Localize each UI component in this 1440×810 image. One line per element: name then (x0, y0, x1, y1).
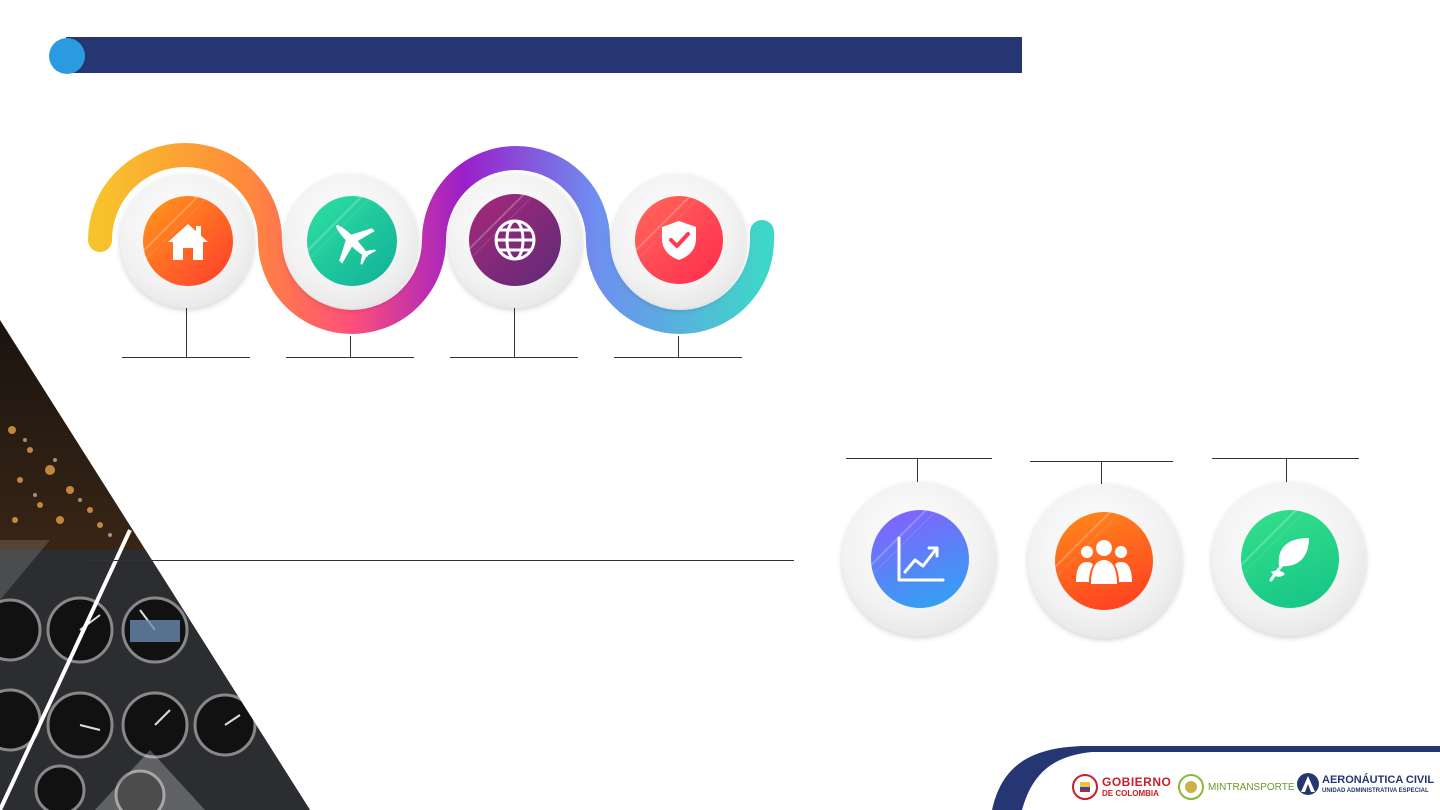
group-people-icon (1076, 540, 1132, 584)
header-bar (66, 37, 1022, 73)
gobierno-logo-text: GOBIERNO (1102, 775, 1172, 789)
leader-line (186, 308, 187, 357)
label-underline (450, 357, 578, 358)
leader-line (514, 308, 515, 357)
leader-line (350, 336, 351, 357)
leader-line (1286, 458, 1287, 482)
bottom-disc-1 (871, 510, 969, 608)
header-dot (49, 38, 85, 74)
aeronautica-logo-icon (1297, 773, 1319, 795)
label-underline (122, 357, 250, 358)
shield-check-icon (662, 221, 696, 260)
leaf-icon (1269, 538, 1309, 582)
footer-logos: GOBIERNO DE COLOMBIA MINTRANSPORTE AERON… (992, 744, 1440, 810)
aeronautica-logo-subtext: UNIDAD ADMINISTRATIVA ESPECIAL (1322, 788, 1429, 794)
cockpit-photo (0, 320, 310, 810)
timeline-disc-4 (635, 196, 723, 284)
mintransporte-seal-icon (1178, 774, 1204, 800)
globe-icon (494, 219, 536, 261)
label-underline (846, 458, 992, 459)
colombia-seal-icon (1072, 774, 1098, 800)
label-underline (286, 357, 414, 358)
airplane-icon (336, 225, 377, 266)
timeline-disc-1 (143, 196, 233, 286)
leader-line (678, 336, 679, 357)
gobierno-logo-subtext: DE COLOMBIA (1102, 789, 1159, 798)
home-icon (168, 224, 208, 260)
bottom-disc-2 (1055, 512, 1153, 610)
leader-line (917, 458, 918, 482)
divider-line (88, 560, 794, 561)
bottom-disc-3 (1241, 510, 1339, 608)
label-underline (614, 357, 742, 358)
growth-chart-icon (897, 536, 945, 582)
timeline-disc-2 (307, 196, 397, 286)
mintransporte-logo-text: MINTRANSPORTE (1208, 782, 1295, 793)
leader-line (1101, 461, 1102, 484)
timeline-disc-3 (469, 194, 561, 286)
aeronautica-logo-text: AERONÁUTICA CIVIL (1322, 774, 1435, 786)
